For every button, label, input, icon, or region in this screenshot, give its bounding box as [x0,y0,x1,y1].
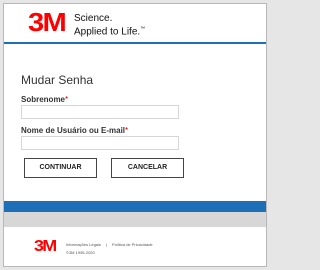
username-label: Nome de Usuário ou E-mail* [21,126,128,135]
tagline-line-1: Science. [74,13,113,24]
last-name-label: Sobrenome* [21,95,68,104]
copyright-text: ©3M 1995-2020 [66,250,95,255]
last-name-input[interactable] [21,105,179,119]
last-name-label-text: Sobrenome [21,95,66,104]
brand-tagline: Science. Applied to Life.™ [74,13,145,37]
username-email-input[interactable] [21,136,179,150]
trademark-symbol: ™ [140,26,146,32]
3m-logo[interactable]: 3M [28,8,67,36]
footer-grey-band [4,212,266,227]
required-mark: * [65,95,69,104]
page-title: Mudar Senha [21,73,94,87]
footer-blue-band [4,201,266,212]
page-frame: 3M Science. Applied to Life.™ Mudar Senh… [3,3,267,267]
footer-3m-logo: 3M [34,238,57,255]
privacy-policy-link[interactable]: Política de Privacidade [112,242,153,247]
footer-links: Informações Legais | Política de Privacida… [66,242,153,247]
legal-info-link[interactable]: Informações Legais [66,242,101,247]
site-header: 3M Science. Applied to Life.™ [4,4,266,42]
required-mark: * [125,126,129,135]
header-divider [4,42,266,44]
username-label-text: Nome de Usuário ou E-mail [21,126,126,135]
tagline-line-2-text: Applied to Life. [74,26,141,38]
cancel-button[interactable]: CANCELAR [111,158,184,178]
footer-separator: | [105,242,107,247]
continue-button[interactable]: CONTINUAR [24,158,97,178]
tagline-line-2: Applied to Life.™ [74,24,145,37]
